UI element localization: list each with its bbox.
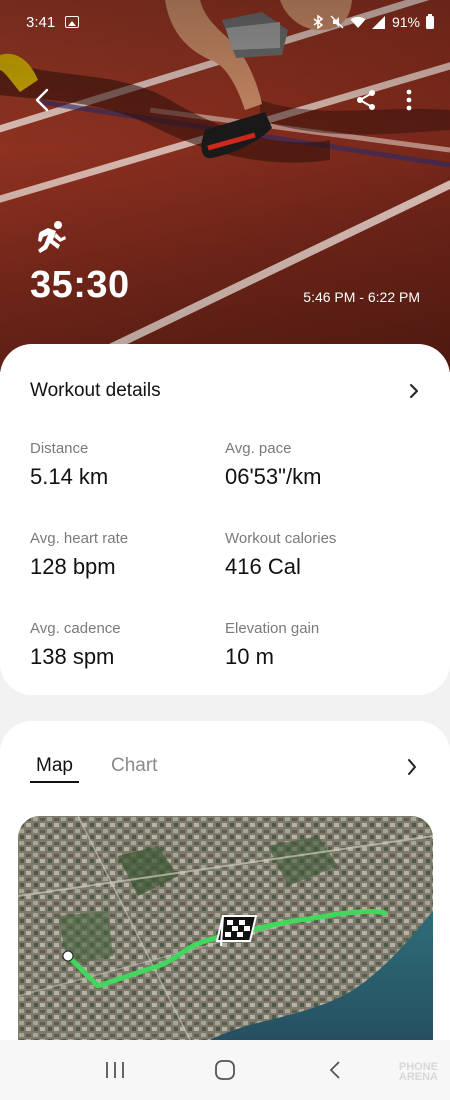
wifi-icon (350, 16, 366, 28)
stat-value: 5.14 km (30, 464, 109, 489)
stat-label: Elevation gain (225, 620, 320, 637)
mute-icon (330, 15, 344, 29)
running-icon (38, 221, 66, 253)
back-arrow-icon (35, 88, 49, 112)
top-actions (0, 82, 450, 118)
more-options-button[interactable] (394, 82, 424, 118)
share-button[interactable] (348, 82, 384, 118)
home-icon (215, 1060, 235, 1080)
watermark-line: ARENA (398, 1071, 438, 1083)
phonearena-watermark: PHONE ARENA (398, 1062, 438, 1083)
chevron-right-icon (404, 381, 424, 401)
stat-label: Avg. cadence (30, 620, 121, 637)
stat-workout-calories: Workout calories 416 Cal (225, 530, 420, 580)
workout-details-title: Workout details (30, 380, 161, 401)
workout-time-range: 5:46 PM - 6:22 PM (303, 289, 420, 305)
stat-value: 06'53"/km (225, 464, 322, 489)
system-back-button[interactable] (315, 1050, 355, 1090)
home-button[interactable] (205, 1050, 245, 1090)
stat-label: Distance (30, 440, 89, 457)
workout-hero-image: 3:41 91% 35:30 5:46 PM - 6:22 PM (0, 0, 450, 372)
battery-percent: 91% (391, 14, 420, 30)
recent-apps-button[interactable] (95, 1050, 135, 1090)
stat-avg-cadence: Avg. cadence 138 spm (30, 620, 225, 670)
more-vertical-icon (406, 89, 412, 111)
stat-value: 10 m (225, 644, 274, 669)
status-bar: 3:41 91% (0, 0, 450, 44)
route-tabs: Map Chart (30, 755, 163, 783)
running-track-photo (0, 0, 450, 372)
stat-value: 138 spm (30, 644, 115, 669)
back-button[interactable] (24, 82, 60, 118)
share-icon (357, 90, 375, 110)
tab-map[interactable]: Map (30, 755, 79, 783)
workout-duration: 35:30 (30, 264, 130, 306)
workout-stats-grid: Distance 5.14 km Avg. pace 06'53"/km Avg… (30, 440, 430, 670)
signal-icon (371, 15, 385, 29)
workout-details-card: Workout details Distance 5.14 km Avg. pa… (0, 344, 450, 695)
system-navigation-bar (0, 1040, 450, 1100)
back-arrow-icon (329, 1061, 340, 1079)
status-time: 3:41 (26, 13, 56, 31)
stat-avg-heart-rate: Avg. heart rate 128 bpm (30, 530, 225, 580)
stat-label: Avg. heart rate (30, 530, 129, 547)
bluetooth-icon (313, 15, 324, 29)
battery-icon (426, 13, 434, 29)
chevron-right-icon[interactable] (402, 757, 422, 777)
stat-value: 416 Cal (225, 554, 301, 579)
stat-label: Workout calories (225, 530, 337, 547)
stat-distance: Distance 5.14 km (30, 440, 225, 490)
stat-label: Avg. pace (225, 440, 292, 457)
stat-elevation-gain: Elevation gain 10 m (225, 620, 420, 670)
workout-details-header[interactable]: Workout details (30, 378, 424, 404)
image-icon (65, 16, 80, 28)
recent-apps-icon (106, 1062, 124, 1078)
finish-flag-icon (215, 915, 258, 947)
tab-chart[interactable]: Chart (105, 755, 163, 783)
stat-avg-pace: Avg. pace 06'53"/km (225, 440, 420, 490)
stat-value: 128 bpm (30, 554, 116, 579)
